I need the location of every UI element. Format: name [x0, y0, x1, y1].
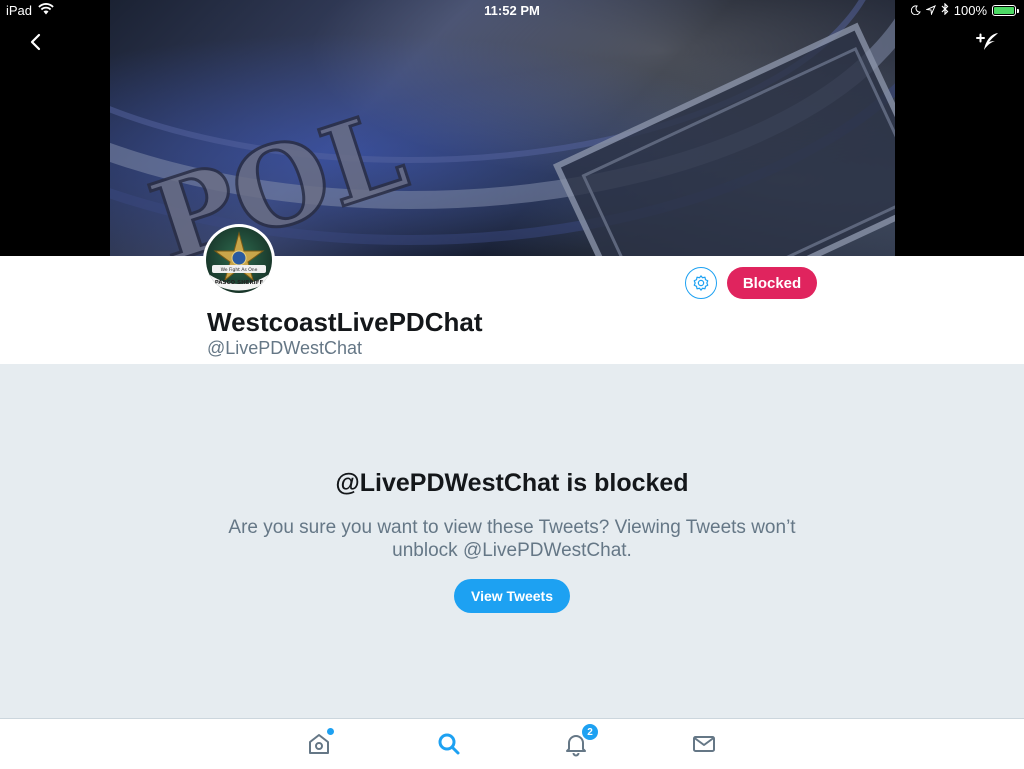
- settings-button[interactable]: [685, 267, 717, 299]
- battery-icon: [992, 5, 1019, 16]
- tab-messages[interactable]: [691, 731, 717, 757]
- messages-envelope-icon: [693, 736, 715, 752]
- tab-bar: 2: [0, 718, 1024, 769]
- view-tweets-button[interactable]: View Tweets: [454, 579, 570, 613]
- moon-icon: [910, 3, 921, 18]
- tab-search[interactable]: [436, 731, 462, 757]
- avatar[interactable]: We Fight As One PASCO SHERIFF: [203, 224, 275, 296]
- tab-notifications[interactable]: 2: [563, 723, 599, 757]
- bluetooth-icon: [941, 2, 949, 18]
- banner-letters: POL: [137, 86, 420, 256]
- avatar-motto: We Fight As One: [221, 267, 258, 273]
- battery-percent: 100%: [953, 3, 987, 18]
- location-arrow-icon: [924, 3, 936, 18]
- display-name: WestcoastLivePDChat: [207, 307, 483, 337]
- back-arrow-icon: [30, 33, 41, 51]
- blocked-notice: @LivePDWestChat is blocked Are you sure …: [0, 364, 1024, 718]
- status-time: 11:52 PM: [484, 3, 540, 18]
- blocked-description: Are you sure you want to view these Twee…: [228, 517, 796, 561]
- profile-header: POL: [0, 0, 1024, 256]
- compose-tweet-icon: [976, 33, 998, 50]
- profile-card: [0, 256, 1024, 364]
- avatar-seal-text: PASCO SHERIFF: [215, 280, 264, 286]
- blocked-button[interactable]: Blocked: [727, 267, 817, 299]
- blocked-title: @LivePDWestChat is blocked: [335, 469, 689, 497]
- banner-image: POL: [110, 0, 895, 256]
- notifications-badge: 2: [581, 723, 599, 741]
- home-new-dot: [326, 727, 335, 736]
- settings-gear-icon: [693, 275, 709, 291]
- back-button[interactable]: [24, 30, 48, 54]
- search-icon: [438, 733, 460, 755]
- user-handle: @LivePDWestChat: [207, 338, 362, 358]
- tab-home[interactable]: [306, 727, 335, 757]
- status-bar: iPad 11:52 PM 100%: [0, 0, 1024, 22]
- compose-tweet-button[interactable]: [974, 30, 1002, 54]
